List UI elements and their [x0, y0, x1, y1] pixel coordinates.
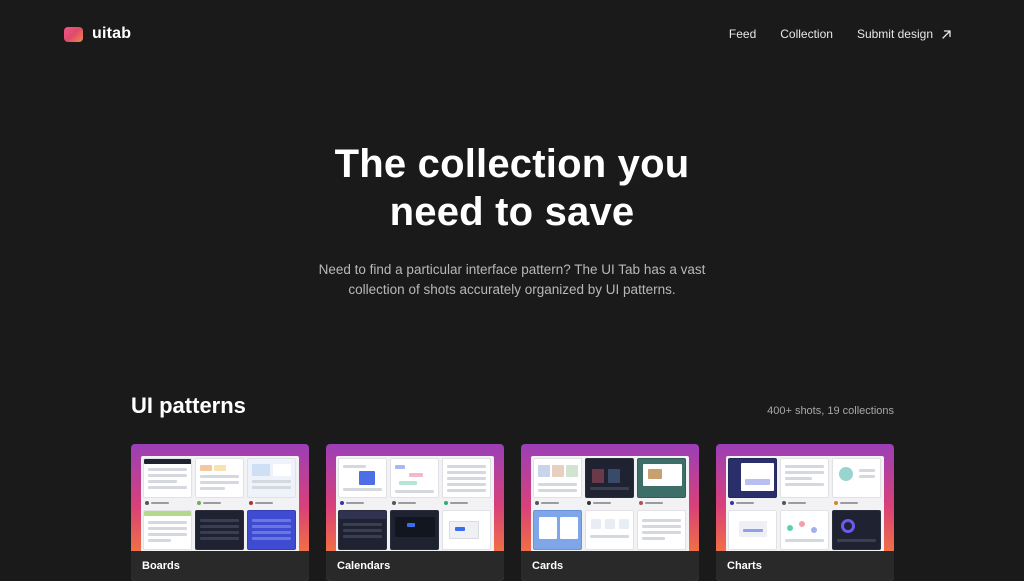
card-preview [531, 456, 689, 554]
hero-title-line-1: The collection you [334, 142, 690, 186]
preview-thumb [728, 510, 777, 550]
pattern-card-charts[interactable]: Charts [716, 444, 894, 581]
hero-subtitle-line-2: collection of shots accurately organized… [348, 282, 676, 297]
hero-subtitle-line-1: Need to find a particular interface patt… [318, 262, 706, 277]
preview-thumb [832, 510, 881, 550]
preview-thumb [780, 458, 829, 498]
nav-feed[interactable]: Feed [729, 27, 756, 41]
arrow-up-right-icon [942, 29, 951, 39]
pattern-card-calendars[interactable]: Calendars [326, 444, 504, 581]
main-nav: Feed Collection Submit design [729, 24, 952, 44]
preview-thumb [728, 458, 777, 498]
card-label: Calendars [326, 551, 504, 581]
nav-submit-design[interactable]: Submit design [857, 27, 952, 41]
nav-collection[interactable]: Collection [780, 27, 833, 41]
logo-text: uitab [92, 25, 132, 42]
preview-thumb [143, 510, 192, 550]
card-preview [141, 456, 299, 554]
top-bar: uitab Feed Collection Submit design [0, 0, 1024, 66]
preview-thumb [442, 510, 491, 550]
preview-thumb [195, 510, 244, 550]
preview-thumb [195, 458, 244, 498]
hero-title: The collection you need to save [0, 140, 1024, 236]
section-title: UI patterns [131, 393, 246, 418]
preview-thumb [442, 458, 491, 498]
preview-thumb [338, 510, 387, 550]
preview-thumb [390, 458, 439, 498]
card-preview [336, 456, 494, 554]
section-meta: 400+ shots, 19 collections [767, 405, 894, 417]
preview-thumb [832, 458, 881, 498]
preview-thumb [533, 510, 582, 550]
pattern-card-grid: Boards Calendars Cards Charts [131, 444, 894, 581]
pattern-card-cards[interactable]: Cards [521, 444, 699, 581]
hero-title-line-2: need to save [389, 190, 635, 234]
pattern-card-boards[interactable]: Boards [131, 444, 309, 581]
logo[interactable]: uitab [64, 24, 131, 44]
preview-thumb [585, 510, 634, 550]
preview-thumb [637, 458, 686, 498]
card-label: Charts [716, 551, 894, 581]
preview-thumb [247, 458, 296, 498]
preview-thumb [585, 458, 634, 498]
preview-thumb [390, 510, 439, 550]
preview-thumb [780, 510, 829, 550]
preview-thumb [338, 458, 387, 498]
preview-thumb [247, 510, 296, 550]
preview-thumb [637, 510, 686, 550]
card-label: Cards [521, 551, 699, 581]
logo-mark-icon [64, 26, 83, 42]
card-preview [726, 456, 884, 554]
preview-thumb [143, 458, 192, 498]
preview-thumb [533, 458, 582, 498]
card-label: Boards [131, 551, 309, 581]
hero-subtitle: Need to find a particular interface patt… [0, 260, 1024, 300]
nav-submit-design-label: Submit design [856, 27, 933, 41]
